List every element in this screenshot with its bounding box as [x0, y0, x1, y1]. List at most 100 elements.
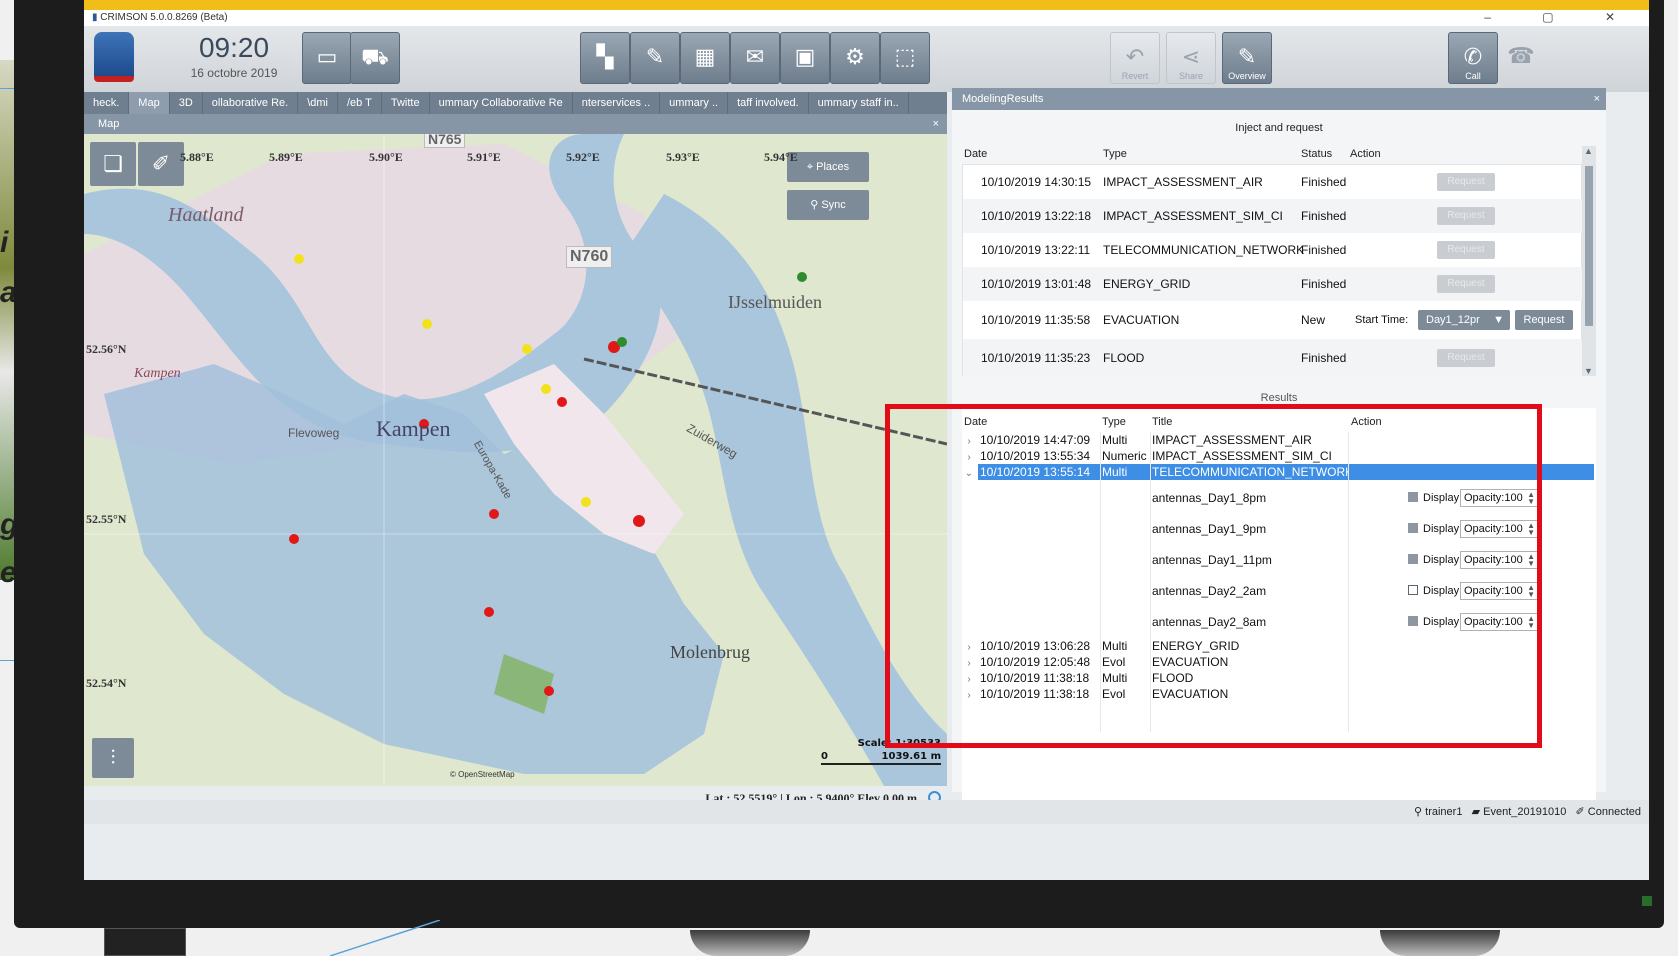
map-marker-green — [797, 272, 807, 282]
request-status: Finished — [1301, 351, 1347, 365]
map-marker-yellow — [522, 344, 532, 354]
main-toolbar: 09:20 16 octobre 2019 ▭ ⛟ ▚ ✎ ▦ ✉ ▣ ⚙ ⬚ … — [84, 26, 1649, 92]
request-status: Finished — [1301, 277, 1347, 291]
place-label: Haatland — [168, 204, 244, 226]
share-button[interactable]: ⋖ Share — [1166, 32, 1216, 84]
panel-title: ModelingResults — [962, 93, 1044, 105]
table-row[interactable]: 10/10/2019 14:30:15 IMPACT_ASSESSMENT_AI… — [963, 165, 1583, 199]
request-date: 10/10/2019 13:01:48 — [981, 277, 1092, 291]
layers-icon[interactable]: ❏ — [90, 142, 136, 186]
scrollbar-thumb[interactable] — [1585, 166, 1593, 326]
place-label: Kampen — [134, 366, 181, 381]
tab-summary[interactable]: ummary .. — [660, 92, 729, 114]
request-date: 10/10/2019 14:30:15 — [981, 175, 1092, 189]
tab-map[interactable]: Map — [129, 92, 170, 114]
table-row[interactable]: 10/10/2019 13:22:11 TELECOMMUNICATION_NE… — [963, 233, 1583, 267]
scroll-up-icon[interactable]: ▲ — [1584, 146, 1593, 156]
monitor-stand — [1380, 930, 1500, 956]
request-date: 10/10/2019 13:22:18 — [981, 209, 1092, 223]
tab-web[interactable]: /eb T — [338, 92, 382, 114]
column-type: Type — [1103, 148, 1127, 160]
media-button[interactable]: ▣ — [780, 32, 830, 84]
call-button[interactable]: ✆ Call — [1448, 32, 1498, 84]
status-bar: ⚲ trainer1 ▰ Event_20191010 ✐ Connected — [84, 800, 1649, 824]
tab-interservices[interactable]: nterservices .. — [573, 92, 661, 114]
table-row[interactable]: 10/10/2019 13:22:18 IMPACT_ASSESSMENT_SI… — [963, 199, 1583, 233]
tab-bar: heck. Map 3D ollaborative Re. \dmi /eb T… — [84, 92, 947, 114]
map-view[interactable]: ❏ ✐ ⌖ Places ⚲ Sync ⫶ 5.88°E 5.89°E 5.90… — [84, 134, 947, 786]
map-marker-yellow — [294, 254, 304, 264]
grid-button[interactable]: ▦ — [680, 32, 730, 84]
tab-summary-staff[interactable]: ummary staff in.. — [809, 92, 909, 114]
settings-button[interactable]: ⚙ — [830, 32, 880, 84]
map-marker-yellow — [541, 384, 551, 394]
start-time-select[interactable]: Day1_12pr ▼ — [1418, 310, 1510, 330]
tab-collaborative-report[interactable]: ollaborative Re. — [203, 92, 299, 114]
start-time-label: Start Time: — [1355, 314, 1409, 326]
vehicle-button[interactable]: ⛟ — [350, 32, 400, 84]
request-button[interactable]: Request — [1437, 173, 1495, 191]
request-button[interactable]: Request — [1437, 275, 1495, 293]
map-canvas — [84, 134, 947, 786]
map-marker-red — [544, 686, 554, 696]
map-view-button[interactable]: ▚ — [580, 32, 630, 84]
inject-section-title: Inject and request — [1235, 122, 1323, 134]
request-type: TELECOMMUNICATION_NETWORK — [1103, 243, 1305, 257]
overview-button[interactable]: ✎ Overview — [1222, 32, 1272, 84]
window-controls[interactable]: – ▢ ✕ — [1484, 10, 1639, 24]
edit-document-button[interactable]: ✎ — [630, 32, 680, 84]
road-label: N765 — [424, 134, 466, 148]
places-button[interactable]: ⌖ Places — [787, 152, 869, 182]
table-row[interactable]: 10/10/2019 11:35:58 EVACUATION New Start… — [963, 301, 1583, 339]
chevron-down-icon: ▼ — [1493, 314, 1504, 326]
place-label: Molenbrug — [670, 642, 750, 662]
map-marker-green — [617, 337, 627, 347]
event-icon: ▰ — [1471, 806, 1481, 818]
background-slide-letter: i — [0, 226, 9, 259]
request-button[interactable]: Request — [1515, 310, 1573, 330]
mail-button[interactable]: ✉ — [730, 32, 780, 84]
tab-3d[interactable]: 3D — [170, 92, 203, 114]
scroll-down-icon[interactable]: ▼ — [1584, 366, 1593, 376]
map-panel-title: Map — [98, 118, 120, 130]
map-settings-icon[interactable]: ⫶ — [92, 738, 134, 778]
tab-admin[interactable]: \dmi — [298, 92, 338, 114]
ruler-icon[interactable]: ✐ — [138, 142, 184, 186]
selection-button[interactable]: ⬚ — [880, 32, 930, 84]
lat-label: 52.54°N — [86, 676, 127, 690]
map-marker-red — [489, 509, 499, 519]
request-status: Finished — [1301, 209, 1347, 223]
lon-label: 5.88°E — [180, 150, 214, 164]
tab-summary-collaborative[interactable]: ummary Collaborative Re — [430, 92, 573, 114]
request-date: 10/10/2019 13:22:11 — [981, 243, 1091, 257]
table-row[interactable]: 10/10/2019 11:35:23 FLOOD Finished Reque… — [963, 339, 1583, 377]
tab-staff-involved[interactable]: taff involved. — [728, 92, 809, 114]
window-layout-button[interactable]: ▭ — [302, 32, 352, 84]
place-label: Kampen — [376, 416, 451, 441]
request-scrollbar[interactable]: ▲ ▼ — [1582, 146, 1596, 376]
table-row[interactable]: 10/10/2019 13:01:48 ENERGY_GRID Finished… — [963, 267, 1583, 301]
road-label: N760 — [566, 246, 613, 268]
request-date: 10/10/2019 11:35:23 — [981, 351, 1091, 365]
map-marker-red — [484, 607, 494, 617]
request-button[interactable]: Request — [1437, 241, 1495, 259]
results-section-title: Results — [1260, 392, 1298, 404]
tab-twitter[interactable]: Twitte — [382, 92, 430, 114]
request-type: EVACUATION — [1103, 313, 1180, 327]
tab-check[interactable]: heck. — [84, 92, 130, 114]
request-button[interactable]: Request — [1437, 207, 1495, 225]
close-icon[interactable]: × — [1594, 88, 1600, 110]
sync-button[interactable]: ⚲ Sync — [787, 190, 869, 220]
connection-icon: ✐ — [1575, 806, 1585, 818]
scale-bar: 0 1039.61 m — [821, 751, 941, 765]
lon-label: 5.93°E — [666, 150, 700, 164]
clock-time: 09:20 — [198, 32, 270, 63]
hangup-icon[interactable]: ☎ — [1496, 32, 1546, 84]
monitor-led — [1642, 896, 1652, 906]
request-button[interactable]: Request — [1437, 349, 1495, 367]
request-table: 10/10/2019 14:30:15 IMPACT_ASSESSMENT_AI… — [962, 164, 1583, 377]
close-icon[interactable]: × — [933, 114, 939, 134]
revert-button[interactable]: ↶ Revert — [1110, 32, 1160, 84]
lat-label: 52.55°N — [86, 512, 127, 526]
background-line — [0, 660, 14, 661]
